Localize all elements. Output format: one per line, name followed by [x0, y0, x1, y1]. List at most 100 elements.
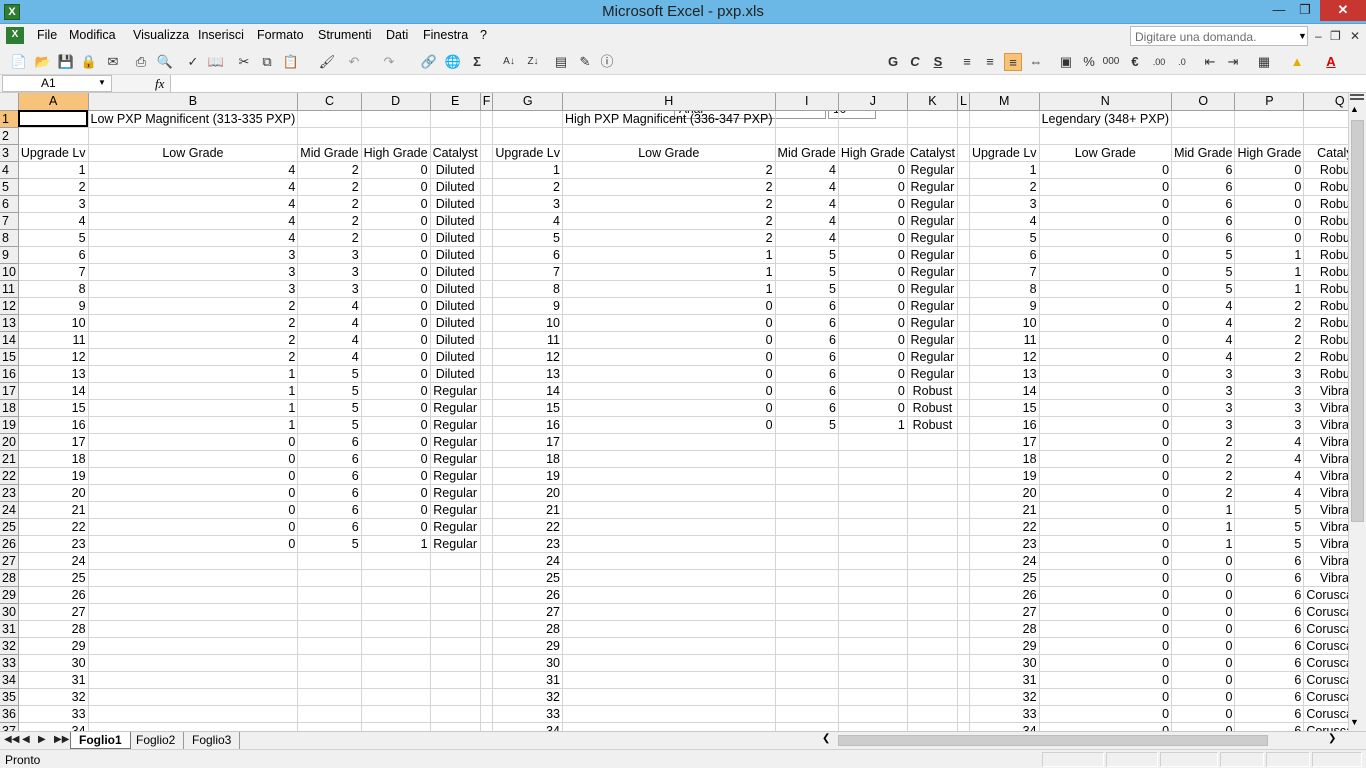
select-all-corner[interactable]: [0, 93, 19, 111]
cell-k2[interactable]: [907, 127, 958, 145]
cell-a22[interactable]: 19: [18, 467, 89, 485]
row-header[interactable]: 29: [0, 586, 19, 604]
cell-k33[interactable]: [907, 654, 958, 672]
cell-g2[interactable]: [492, 127, 563, 145]
cell-h35[interactable]: [562, 688, 776, 706]
cell-f17[interactable]: [480, 382, 494, 400]
cell-l20[interactable]: [957, 433, 970, 451]
cell-c12[interactable]: 4: [297, 297, 362, 315]
cell-n5[interactable]: 0: [1039, 178, 1173, 196]
cell-i20[interactable]: [775, 433, 839, 451]
cell-i24[interactable]: [775, 501, 839, 519]
cell-b11[interactable]: 3: [88, 280, 299, 298]
open-icon[interactable]: 📂: [34, 53, 52, 71]
cell-m18[interactable]: 15: [969, 399, 1040, 417]
cell-n2[interactable]: [1039, 127, 1173, 145]
cell-g11[interactable]: 8: [492, 280, 563, 298]
cell-m35[interactable]: 32: [969, 688, 1040, 706]
cell-o13[interactable]: 4: [1171, 314, 1236, 332]
thousands-separator-icon[interactable]: 000: [1102, 53, 1120, 71]
column-header-l[interactable]: L: [957, 93, 970, 111]
cell-n13[interactable]: 0: [1039, 314, 1173, 332]
cell-b8[interactable]: 4: [88, 229, 299, 247]
cell-h21[interactable]: [562, 450, 776, 468]
cell-k35[interactable]: [907, 688, 958, 706]
cell-j26[interactable]: [838, 535, 908, 553]
cell-f5[interactable]: [480, 178, 494, 196]
cell-a12[interactable]: 9: [18, 297, 89, 315]
cell-b4[interactable]: 4: [88, 161, 299, 179]
row-header[interactable]: 36: [0, 705, 19, 723]
row-header[interactable]: 37: [0, 722, 19, 731]
column-header-q[interactable]: Q: [1303, 93, 1348, 111]
cell-d8[interactable]: 0: [361, 229, 431, 247]
cell-o24[interactable]: 1: [1171, 501, 1236, 519]
cell-q37[interactable]: Coruscating: [1303, 722, 1348, 731]
cell-c5[interactable]: 2: [297, 178, 362, 196]
cell-h15[interactable]: 0: [562, 348, 776, 366]
cell-m22[interactable]: 19: [969, 467, 1040, 485]
cell-e2[interactable]: [430, 127, 481, 145]
row-header[interactable]: 3: [0, 144, 19, 162]
cell-j30[interactable]: [838, 603, 908, 621]
cell-q7[interactable]: Robust: [1303, 212, 1348, 230]
cell-h24[interactable]: [562, 501, 776, 519]
cell-i7[interactable]: 4: [775, 212, 839, 230]
cell-c1[interactable]: [297, 110, 362, 128]
cell-q33[interactable]: Coruscating: [1303, 654, 1348, 672]
cell-p17[interactable]: 3: [1234, 382, 1305, 400]
cell-i27[interactable]: [775, 552, 839, 570]
cell-c17[interactable]: 5: [297, 382, 362, 400]
cell-h27[interactable]: [562, 552, 776, 570]
cell-h29[interactable]: [562, 586, 776, 604]
cell-f18[interactable]: [480, 399, 494, 417]
cell-b26[interactable]: 0: [88, 535, 299, 553]
cell-k16[interactable]: Regular: [907, 365, 958, 383]
cell-q6[interactable]: Robust: [1303, 195, 1348, 213]
cell-k1[interactable]: [907, 110, 958, 128]
cell-m3[interactable]: Upgrade Lv: [969, 144, 1040, 162]
cell-p8[interactable]: 0: [1234, 229, 1305, 247]
cell-p14[interactable]: 2: [1234, 331, 1305, 349]
cell-e16[interactable]: Diluted: [430, 365, 481, 383]
cell-p29[interactable]: 6: [1234, 586, 1305, 604]
cell-n3[interactable]: Low Grade: [1039, 144, 1173, 162]
cell-d18[interactable]: 0: [361, 399, 431, 417]
cell-n18[interactable]: 0: [1039, 399, 1173, 417]
cell-h25[interactable]: [562, 518, 776, 536]
cell-g28[interactable]: 25: [492, 569, 563, 587]
cell-k15[interactable]: Regular: [907, 348, 958, 366]
cell-i12[interactable]: 6: [775, 297, 839, 315]
cell-g1[interactable]: [492, 110, 563, 128]
cell-o37[interactable]: 0: [1171, 722, 1236, 731]
cell-j17[interactable]: 0: [838, 382, 908, 400]
cell-j35[interactable]: [838, 688, 908, 706]
cell-o14[interactable]: 4: [1171, 331, 1236, 349]
cell-l34[interactable]: [957, 671, 970, 689]
cell-g15[interactable]: 12: [492, 348, 563, 366]
column-header-b[interactable]: B: [88, 93, 299, 111]
cell-i37[interactable]: [775, 722, 839, 731]
cell-l37[interactable]: [957, 722, 970, 731]
cell-q35[interactable]: Coruscating: [1303, 688, 1348, 706]
cell-e36[interactable]: [430, 705, 481, 723]
cell-p12[interactable]: 2: [1234, 297, 1305, 315]
cell-e27[interactable]: [430, 552, 481, 570]
cell-i34[interactable]: [775, 671, 839, 689]
cell-a6[interactable]: 3: [18, 195, 89, 213]
cell-p33[interactable]: 6: [1234, 654, 1305, 672]
cell-f37[interactable]: [480, 722, 494, 731]
cell-b16[interactable]: 1: [88, 365, 299, 383]
cell-e10[interactable]: Diluted: [430, 263, 481, 281]
cell-m16[interactable]: 13: [969, 365, 1040, 383]
cell-p3[interactable]: High Grade: [1234, 144, 1305, 162]
cell-o18[interactable]: 3: [1171, 399, 1236, 417]
cell-q10[interactable]: Robust: [1303, 263, 1348, 281]
cell-f33[interactable]: [480, 654, 494, 672]
cell-p36[interactable]: 6: [1234, 705, 1305, 723]
cell-j18[interactable]: 0: [838, 399, 908, 417]
cell-d19[interactable]: 0: [361, 416, 431, 434]
cell-e7[interactable]: Diluted: [430, 212, 481, 230]
cell-c3[interactable]: Mid Grade: [297, 144, 362, 162]
cell-q30[interactable]: Coruscating: [1303, 603, 1348, 621]
